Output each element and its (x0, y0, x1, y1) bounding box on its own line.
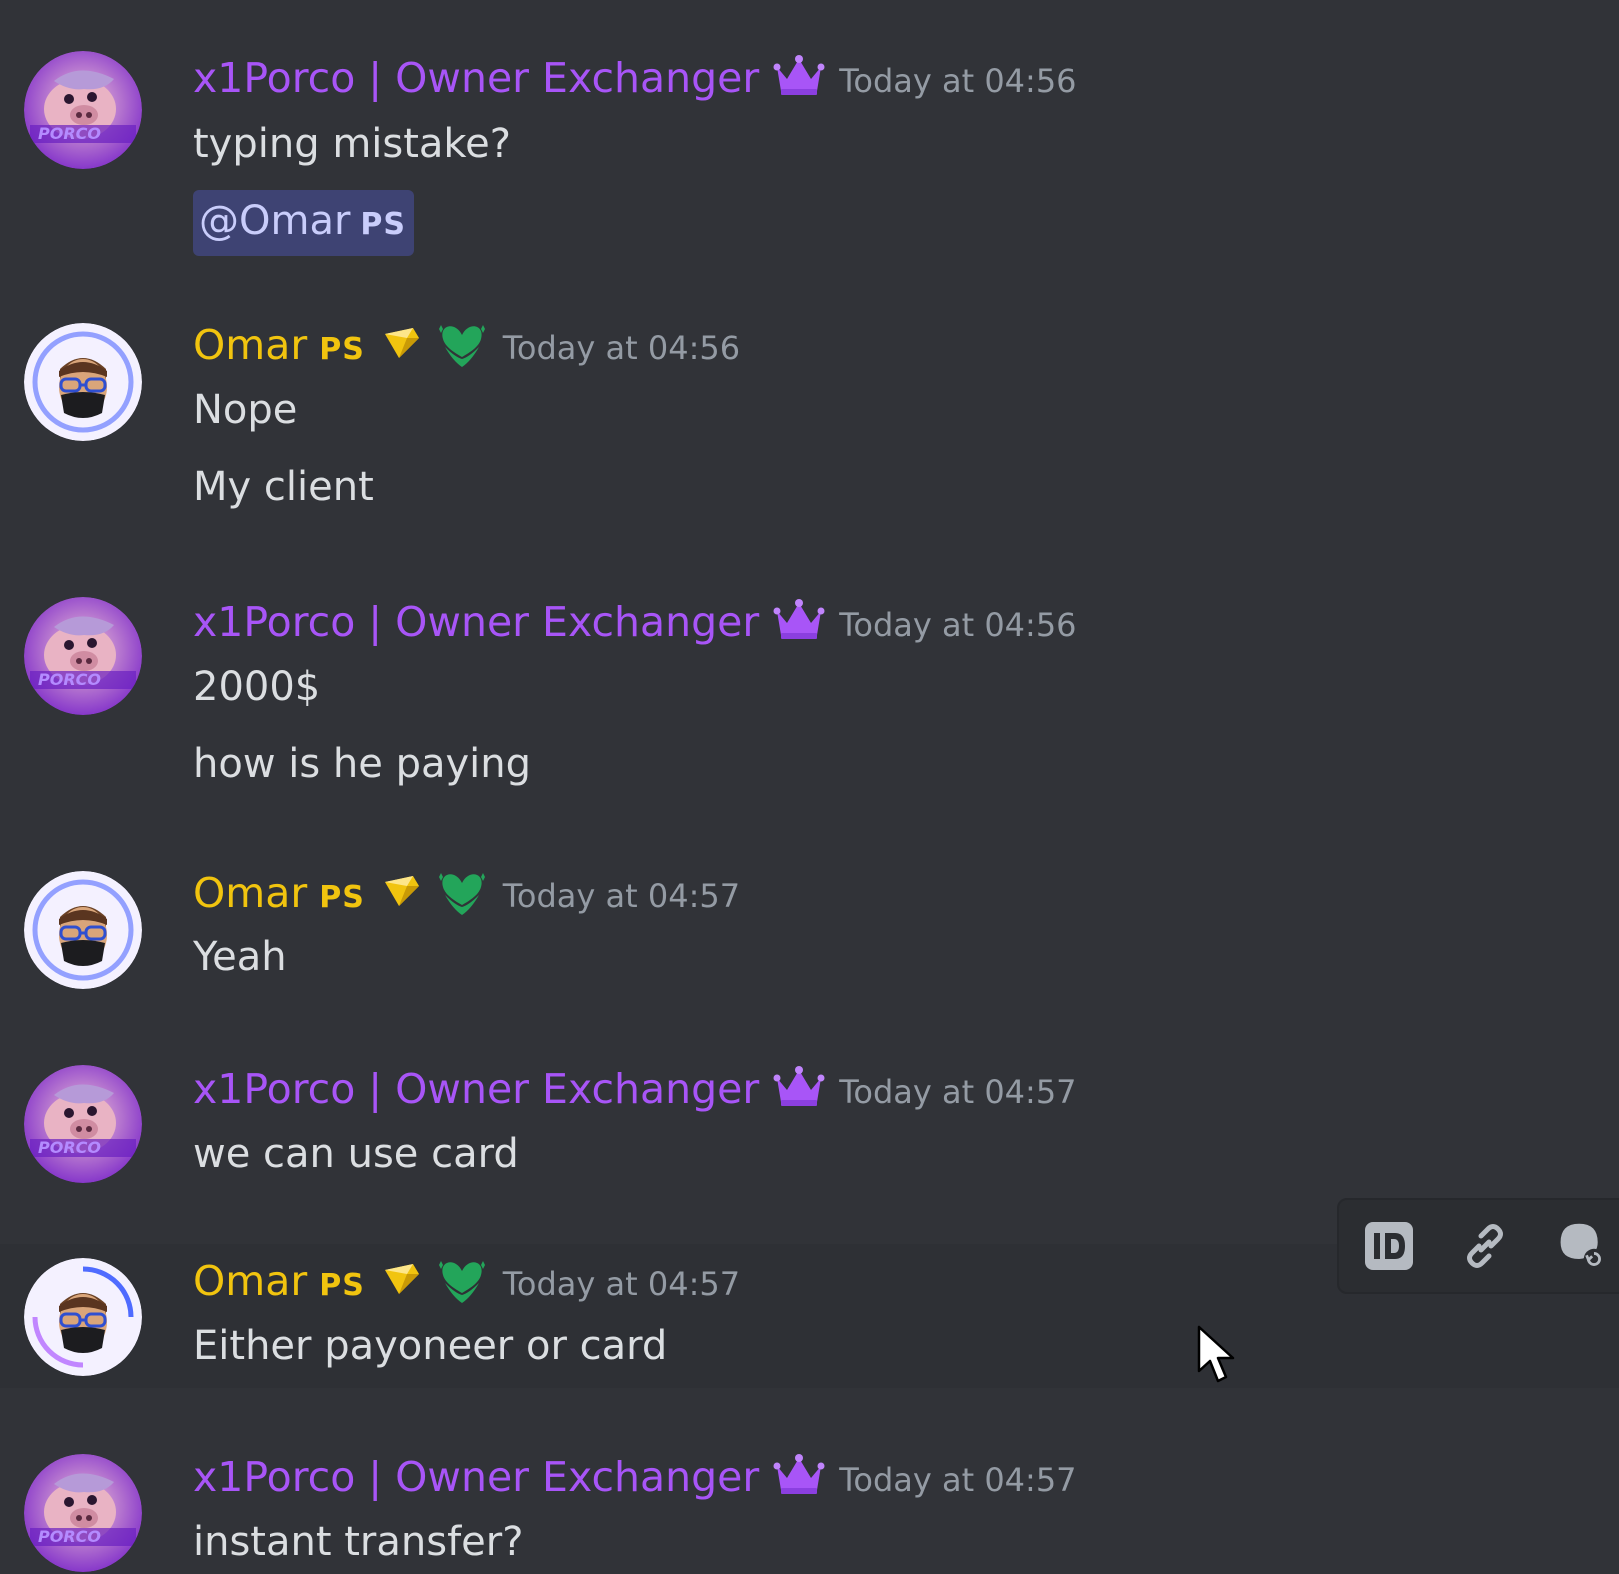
mention-name: @Omar (199, 198, 351, 244)
message-header: x1Porco | Owner Exchanger Today at 04:56 (193, 595, 1077, 649)
chat-message-list: PORCO x1Porco | Owner Exchanger Today at… (0, 0, 1619, 1574)
avatar-x1porco[interactable]: PORCO (24, 597, 142, 715)
message-timestamp[interactable]: Today at 04:56 (839, 606, 1076, 644)
gem-icon (383, 874, 421, 912)
user-tag: PS (319, 1268, 365, 1303)
username[interactable]: x1Porco | Owner Exchanger (193, 1062, 759, 1116)
user-tag: PS (319, 880, 365, 915)
message-text: we can use card (193, 1131, 519, 1177)
message-group: Omar PS Today at 04:57 Yeah (0, 840, 1619, 1030)
nitro-heart-icon (435, 865, 489, 921)
nitro-heart-icon (435, 1253, 489, 1309)
message-header: Omar PS Today at 04:56 (193, 318, 740, 372)
username[interactable]: Omar (193, 866, 307, 920)
message-text: Yeah (193, 934, 287, 980)
crown-icon (773, 1064, 825, 1114)
svg-text:PORCO: PORCO (38, 124, 101, 143)
username[interactable]: x1Porco | Owner Exchanger (193, 595, 759, 649)
message-header: Omar PS Today at 04:57 (193, 866, 740, 920)
message-text: My client (193, 464, 374, 510)
message-timestamp[interactable]: Today at 04:57 (839, 1073, 1076, 1111)
crown-icon (773, 1452, 825, 1502)
username[interactable]: x1Porco | Owner Exchanger (193, 51, 759, 105)
message-timestamp[interactable]: Today at 04:56 (839, 62, 1076, 100)
copy-link-button[interactable] (1459, 1220, 1511, 1272)
message-timestamp[interactable]: Today at 04:57 (503, 1265, 740, 1303)
message-header: x1Porco | Owner Exchanger Today at 04:57 (193, 1062, 1077, 1116)
message-group: Omar PS Today at 04:56 Nope My client (0, 290, 1619, 540)
gem-icon (383, 326, 421, 364)
crown-icon (773, 53, 825, 103)
user-mention[interactable]: @Omar PS (193, 190, 414, 256)
message-text: Either payoneer or card (193, 1323, 668, 1369)
mouse-cursor-icon (1197, 1325, 1237, 1389)
avatar-x1porco[interactable]: PORCO (24, 51, 142, 169)
user-tag: PS (319, 332, 365, 367)
avatar-omar[interactable] (24, 871, 142, 989)
message-header: x1Porco | Owner Exchanger Today at 04:56 (193, 51, 1077, 105)
pig-avatar-icon: PORCO (24, 1454, 142, 1572)
badge-group (383, 1253, 489, 1309)
message-timestamp[interactable]: Today at 04:56 (503, 329, 740, 367)
avatar-omar[interactable] (24, 1258, 142, 1376)
svg-text:PORCO: PORCO (38, 1138, 101, 1157)
avatar-x1porco[interactable]: PORCO (24, 1065, 142, 1183)
badge-group (383, 317, 489, 373)
message-text: 2000$ (193, 664, 321, 710)
message-group: PORCO x1Porco | Owner Exchanger Today at… (0, 1388, 1619, 1574)
message-timestamp[interactable]: Today at 04:57 (839, 1461, 1076, 1499)
avatar-x1porco[interactable]: PORCO (24, 1454, 142, 1572)
reply-thread-button[interactable] (1555, 1220, 1607, 1272)
message-header: Omar PS Today at 04:57 (193, 1254, 740, 1308)
message-line: @Omar PS (193, 190, 414, 256)
pig-avatar-icon: PORCO (24, 51, 142, 169)
svg-text:PORCO: PORCO (38, 670, 101, 689)
svg-text:PORCO: PORCO (38, 1527, 101, 1546)
copy-id-button[interactable] (1363, 1220, 1415, 1272)
memoji-avatar-icon (24, 323, 142, 441)
message-group: PORCO x1Porco | Owner Exchanger Today at… (0, 540, 1619, 840)
username[interactable]: Omar (193, 1254, 307, 1308)
link-icon (1467, 1224, 1503, 1268)
mention-tag: PS (360, 207, 406, 242)
id-icon (1365, 1222, 1413, 1270)
message-header: x1Porco | Owner Exchanger Today at 04:57 (193, 1450, 1077, 1504)
message-text: instant transfer? (193, 1519, 524, 1565)
username[interactable]: Omar (193, 318, 307, 372)
nitro-heart-icon (435, 317, 489, 373)
memoji-avatar-icon (24, 871, 142, 989)
crown-icon (773, 597, 825, 647)
memoji-avatar-icon (24, 1258, 142, 1376)
badge-group (383, 865, 489, 921)
pig-avatar-icon: PORCO (24, 597, 142, 715)
message-timestamp[interactable]: Today at 04:57 (503, 877, 740, 915)
avatar-omar[interactable] (24, 323, 142, 441)
username[interactable]: x1Porco | Owner Exchanger (193, 1450, 759, 1504)
reply-thread-icon (1560, 1223, 1605, 1270)
pig-avatar-icon: PORCO (24, 1065, 142, 1183)
message-group: PORCO x1Porco | Owner Exchanger Today at… (0, 0, 1619, 290)
message-hover-toolbar (1337, 1198, 1619, 1294)
gem-icon (383, 1262, 421, 1300)
message-text: how is he paying (193, 741, 532, 787)
message-text: typing mistake? (193, 121, 512, 167)
message-text: Nope (193, 387, 298, 433)
